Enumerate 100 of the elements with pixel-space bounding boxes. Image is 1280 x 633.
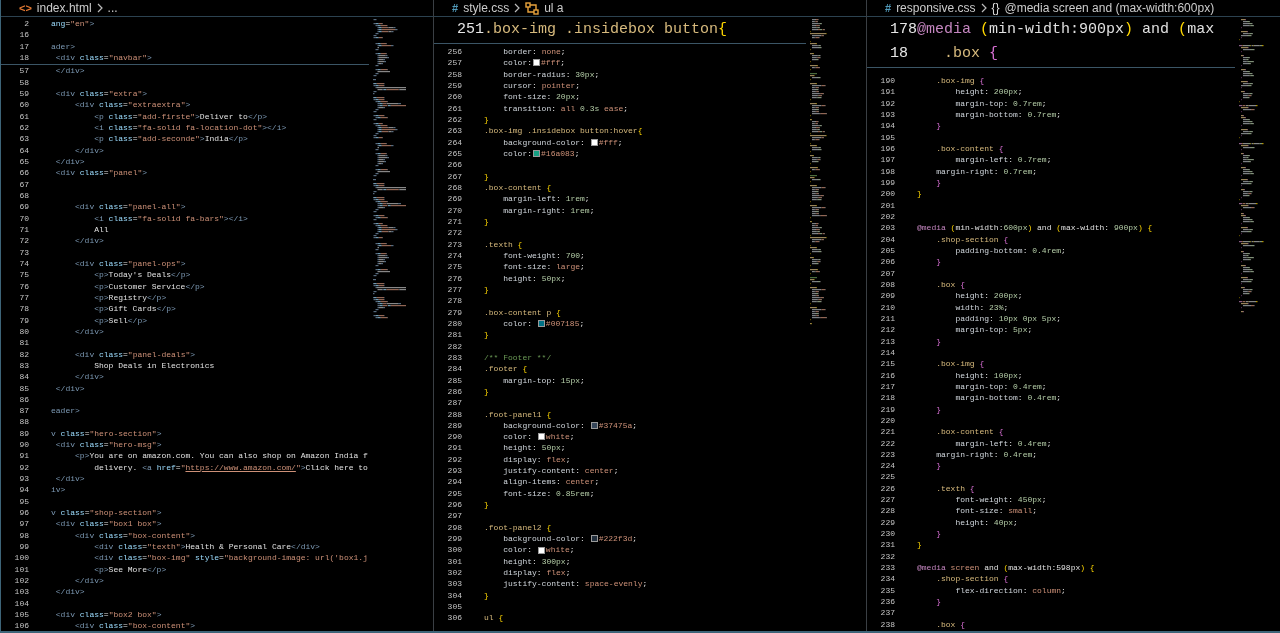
- line-number: 101: [13, 563, 29, 576]
- line-number: 69: [18, 201, 29, 213]
- line-number: 198: [879, 165, 895, 177]
- code-text: flex-direction: column;: [954, 584, 1066, 597]
- breadcrumb-item[interactable]: ul a: [544, 0, 564, 17]
- code-text: ader>: [51, 40, 75, 52]
- code-text: justify-content: center;: [502, 465, 619, 477]
- code-text: <div class="navbar">: [54, 52, 152, 64]
- code-text: .box {: [935, 618, 966, 631]
- code-text: <p>You are on amazon.com. You can also shop on Amazon India f: [74, 450, 368, 462]
- line-number: 80: [18, 325, 29, 338]
- file-icon: #: [885, 0, 892, 17]
- line-number: 301: [446, 555, 462, 568]
- line-number: 266: [446, 159, 462, 171]
- code-text: }: [484, 589, 489, 602]
- code-text: }: [935, 335, 941, 347]
- code-text: height: 100px;: [954, 369, 1023, 381]
- line-number: 93: [18, 473, 29, 485]
- line-number: 78: [18, 303, 29, 315]
- line-number: 79: [18, 314, 29, 326]
- code-text: <div class="box2 box">: [54, 609, 162, 621]
- line-number: 70: [18, 212, 29, 224]
- code-text: <p>Registry</p>: [93, 291, 167, 304]
- line-number: 205: [879, 244, 895, 257]
- code-text: }: [484, 170, 489, 182]
- chevron-icon: [980, 3, 987, 13]
- code-text: All: [93, 223, 109, 236]
- code-text: </div>: [74, 235, 104, 247]
- code-text: }: [935, 256, 941, 268]
- line-number: 227: [879, 494, 895, 506]
- code-text: @media screen and (max-width:598px) {: [917, 562, 1095, 574]
- code-text: margin-top: 5px;: [954, 324, 1033, 336]
- code-text: color:: [502, 544, 534, 556]
- line-number: 259: [446, 80, 462, 92]
- line-number: 279: [446, 306, 462, 318]
- code-text: color:: [502, 147, 533, 160]
- line-number: 94: [18, 484, 29, 496]
- code-text: padding-bottom: 0.4rem;: [954, 244, 1066, 257]
- code-text: white;: [545, 431, 575, 443]
- code-text: }: [935, 460, 941, 472]
- chevron-icon: [514, 3, 521, 13]
- code-text: .foot-panel2 {: [484, 521, 552, 534]
- line-number: 256: [446, 46, 462, 58]
- code-text: .texth {: [935, 482, 975, 495]
- code-text: <div class="box1 box">: [54, 518, 162, 530]
- code-text: </div>: [54, 65, 85, 77]
- breadcrumb-item[interactable]: index.html: [36, 0, 92, 17]
- code-text: .box-content p {: [484, 306, 561, 318]
- line-number: 77: [18, 291, 29, 304]
- line-number: 199: [879, 176, 895, 189]
- line-number: 306: [446, 612, 462, 624]
- line-number: 238: [879, 618, 895, 631]
- code-text: justify-content: space-evenly;: [502, 578, 648, 590]
- line-number: 102: [13, 575, 29, 587]
- line-number: 58: [18, 76, 29, 88]
- code-text: }: [484, 499, 489, 511]
- line-number: 305: [446, 601, 462, 613]
- line-number: 204: [879, 233, 895, 245]
- line-number: 214: [879, 346, 895, 359]
- line-number: 191: [879, 86, 895, 98]
- line-number: 87: [18, 405, 29, 417]
- line-number: 206: [879, 256, 895, 268]
- line-number: 104: [13, 597, 29, 610]
- code-text: margin-right: 0.7rem;: [935, 165, 1038, 177]
- line-number: 275: [446, 261, 462, 273]
- code-text: border: none;: [502, 46, 566, 58]
- code-text: <div class="box-img" style="background-image: url('box1.j: [93, 552, 368, 564]
- breadcrumb-item[interactable]: style.css: [463, 0, 510, 17]
- breadcrumb-item[interactable]: responsive.css: [896, 0, 976, 17]
- code-text: height: 200px;: [954, 290, 1023, 302]
- code-text: .shop-section {: [935, 233, 1009, 245]
- code-text: .box-content {: [935, 426, 1004, 438]
- code-text: }: [917, 188, 922, 200]
- code-text: margin-top: 0.4rem;: [954, 380, 1047, 393]
- code-text: </div>: [54, 155, 85, 168]
- code-text: </div>: [74, 144, 104, 156]
- line-number: 18: [18, 52, 29, 64]
- code-text: margin-right: 1rem;: [502, 204, 595, 216]
- line-number: 260: [446, 91, 462, 103]
- line-number: 231: [879, 539, 895, 551]
- line-number: 217: [879, 380, 895, 393]
- line-number: 96: [18, 507, 29, 519]
- line-number: 221: [879, 426, 895, 438]
- code-text: }: [484, 113, 489, 126]
- code-text: border-radius: 30px;: [502, 68, 600, 80]
- code-text: padding: 10px 0px 5px;: [954, 312, 1062, 325]
- line-number: 303: [446, 578, 462, 590]
- code-text: <p>Today's Deals</p>: [93, 269, 191, 281]
- line-number: 261: [446, 102, 462, 114]
- line-number: 90: [18, 439, 29, 451]
- breadcrumb-item[interactable]: ...: [107, 0, 118, 17]
- code-text: .texth {: [484, 238, 523, 250]
- code-text: </div>: [74, 575, 104, 587]
- line-number: 61: [18, 110, 29, 122]
- code-text: color:: [502, 431, 534, 443]
- breadcrumb-item[interactable]: @media screen and (max-width:600px): [1004, 0, 1215, 17]
- code-text: #37475a;: [598, 419, 638, 432]
- code-text: margin-left: 1rem;: [502, 193, 590, 205]
- line-number: 302: [446, 567, 462, 579]
- code-text: }: [935, 528, 941, 540]
